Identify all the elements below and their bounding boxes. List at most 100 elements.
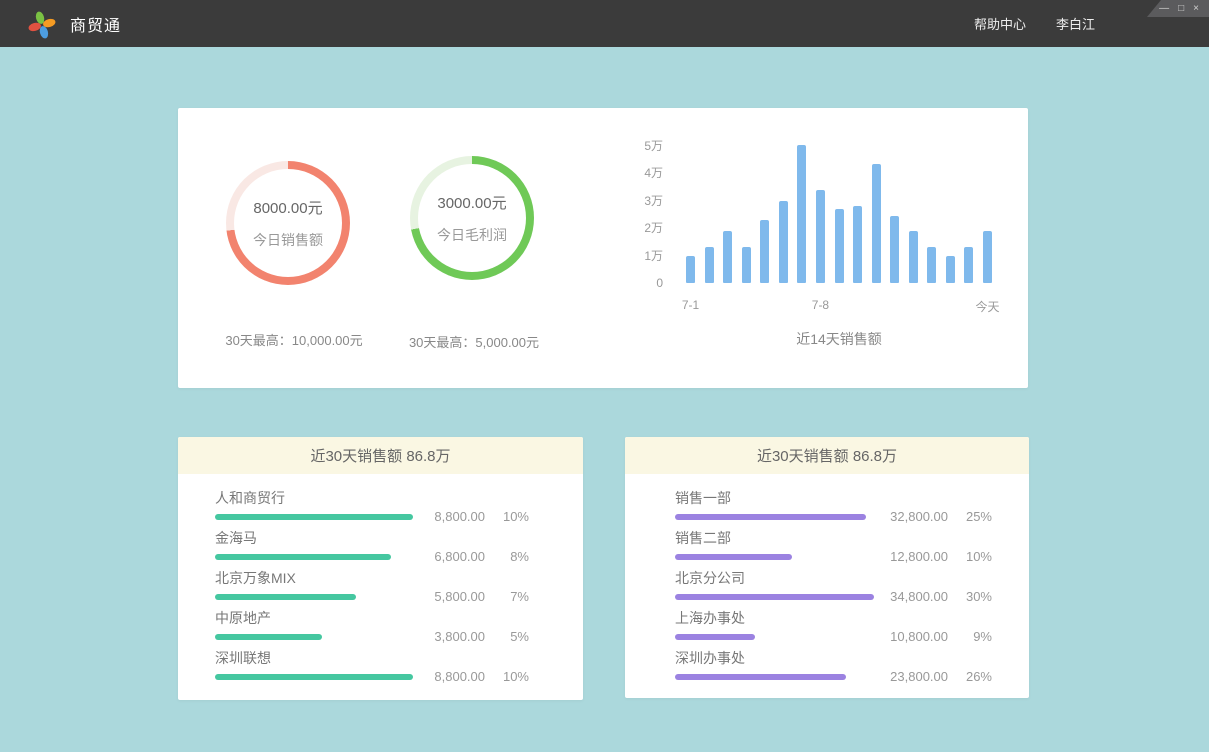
rank-row-bar xyxy=(215,514,413,520)
y-axis-tick-label: 2万 xyxy=(618,220,663,236)
rank-row-left: 上海办事处 xyxy=(675,610,874,640)
rank-row: 深圳办事处23,800.0026% xyxy=(675,650,992,680)
chart-bar xyxy=(872,164,881,283)
rank-row-bar xyxy=(675,634,755,640)
chart-bar xyxy=(816,190,825,283)
x-axis-tick-label: 7-1 xyxy=(682,298,699,312)
rank-row: 中原地产3,800.005% xyxy=(215,610,529,640)
rank-row-value: 5,800.00 xyxy=(434,589,485,604)
rank-row-percent: 8% xyxy=(499,549,529,564)
rank-row-value: 10,800.00 xyxy=(890,629,948,644)
rank-row-percent: 10% xyxy=(962,549,992,564)
rank-row-bar xyxy=(675,514,866,520)
rank-row-percent: 9% xyxy=(962,629,992,644)
rank-row-bar-track xyxy=(215,514,413,520)
y-axis-tick-label: 3万 xyxy=(618,193,663,209)
chart-bar xyxy=(797,145,806,283)
x-axis-tick-label: 今天 xyxy=(975,298,999,315)
rank-row-name: 深圳办事处 xyxy=(675,650,874,667)
close-icon[interactable]: × xyxy=(1193,0,1199,17)
rank-row-name: 销售一部 xyxy=(675,490,874,507)
summary-card: 8000.00元 今日销售额 3000.00元 今日毛利润 30天最高：10,0… xyxy=(178,108,1028,388)
rank-row-name: 人和商贸行 xyxy=(215,490,413,507)
chart-bar xyxy=(760,220,769,283)
rank-row-bar xyxy=(215,594,356,600)
rank-row: 深圳联想8,800.0010% xyxy=(215,650,529,680)
chart-bar xyxy=(779,201,788,283)
rank-row: 北京万象MIX5,800.007% xyxy=(215,570,529,600)
sales-bar-chart xyxy=(686,146,992,283)
rank-row-bar-track xyxy=(675,514,874,520)
rank-row-value: 3,800.00 xyxy=(434,629,485,644)
rank-row-name: 深圳联想 xyxy=(215,650,413,667)
chart-bar xyxy=(742,247,751,283)
titlebar: 商贸通 帮助中心 李白江 — □ × xyxy=(0,0,1209,47)
nav-user-name[interactable]: 李白江 xyxy=(1056,14,1095,33)
chart-bar xyxy=(964,247,973,283)
rank-row-figures: 12,800.00 10% xyxy=(874,549,992,564)
department-ranking-header: 近30天销售额 86.8万 xyxy=(625,437,1029,474)
rank-row-bar xyxy=(215,674,413,680)
rank-row-figures: 8,800.00 10% xyxy=(413,669,529,684)
rank-row-name: 金海马 xyxy=(215,530,413,547)
rank-row: 金海马6,800.008% xyxy=(215,530,529,560)
chart-bar xyxy=(946,256,955,283)
rank-row-percent: 10% xyxy=(499,669,529,684)
rank-row-bar-track xyxy=(675,634,874,640)
rank-row-name: 北京分公司 xyxy=(675,570,874,587)
rank-row-left: 北京万象MIX xyxy=(215,570,413,600)
window-controls: — □ × xyxy=(1147,0,1209,17)
rank-row-left: 销售一部 xyxy=(675,490,874,520)
rank-row-bar-track xyxy=(215,634,413,640)
rank-row-bar xyxy=(215,554,391,560)
customer-ranking-card: 近30天销售额 86.8万 人和商贸行8,800.0010%金海马6,800.0… xyxy=(178,437,583,700)
maximize-icon[interactable]: □ xyxy=(1178,0,1184,17)
y-axis-tick-label: 4万 xyxy=(618,165,663,181)
rank-row-bar-track xyxy=(215,594,413,600)
rank-row-value: 8,800.00 xyxy=(434,509,485,524)
rank-row: 北京分公司34,800.0030% xyxy=(675,570,992,600)
rank-row-figures: 23,800.00 26% xyxy=(874,669,992,684)
minimize-icon[interactable]: — xyxy=(1159,0,1169,17)
chart-bar xyxy=(927,247,936,283)
rank-row-bar-track xyxy=(675,674,874,680)
rank-row-percent: 5% xyxy=(499,629,529,644)
today-sales-value: 8000.00元 xyxy=(253,197,322,218)
chart-bar xyxy=(853,206,862,283)
rank-row-name: 北京万象MIX xyxy=(215,570,413,587)
rank-row-percent: 10% xyxy=(499,509,529,524)
rank-row-figures: 6,800.00 8% xyxy=(413,549,529,564)
chart-title: 近14天销售额 xyxy=(686,329,992,349)
rank-row-left: 人和商贸行 xyxy=(215,490,413,520)
rank-row-value: 34,800.00 xyxy=(890,589,948,604)
y-axis-tick-label: 0 xyxy=(618,275,663,291)
nav-help-center[interactable]: 帮助中心 xyxy=(974,14,1026,33)
rank-row-name: 中原地产 xyxy=(215,610,413,627)
rank-row-left: 深圳办事处 xyxy=(675,650,874,680)
customer-ranking-list: 人和商贸行8,800.0010%金海马6,800.008%北京万象MIX5,80… xyxy=(178,474,583,680)
rank-row-bar-track xyxy=(215,554,413,560)
rank-row-left: 销售二部 xyxy=(675,530,874,560)
rank-row-value: 8,800.00 xyxy=(434,669,485,684)
rank-row-figures: 5,800.007% xyxy=(413,589,529,604)
rank-row-value: 23,800.00 xyxy=(890,669,948,684)
rank-row-value: 6,800.00 xyxy=(434,549,485,564)
y-axis-tick-label: 1万 xyxy=(618,248,663,264)
rank-row-figures: 10,800.00 9% xyxy=(874,629,992,644)
rank-row: 上海办事处10,800.009% xyxy=(675,610,992,640)
rank-row-value: 12,800.00 xyxy=(890,549,948,564)
rank-row-bar-track xyxy=(675,594,874,600)
x-axis-tick-label: 7-8 xyxy=(812,298,829,312)
chart-bar xyxy=(909,231,918,283)
rank-row-left: 北京分公司 xyxy=(675,570,874,600)
rank-row-figures: 3,800.00 5% xyxy=(413,629,529,644)
rank-row-bar-track xyxy=(675,554,874,560)
department-ranking-card: 近30天销售额 86.8万 销售一部32,800.0025%销售二部12,800… xyxy=(625,437,1029,698)
rank-row-percent: 25% xyxy=(962,509,992,524)
chart-bar xyxy=(983,231,992,283)
department-ranking-list: 销售一部32,800.0025%销售二部12,800.0010%北京分公司34,… xyxy=(625,474,1029,680)
rank-row: 销售一部32,800.0025% xyxy=(675,490,992,520)
customer-ranking-header: 近30天销售额 86.8万 xyxy=(178,437,583,474)
y-axis-tick-label: 5万 xyxy=(618,138,663,154)
rank-row-percent: 26% xyxy=(962,669,992,684)
